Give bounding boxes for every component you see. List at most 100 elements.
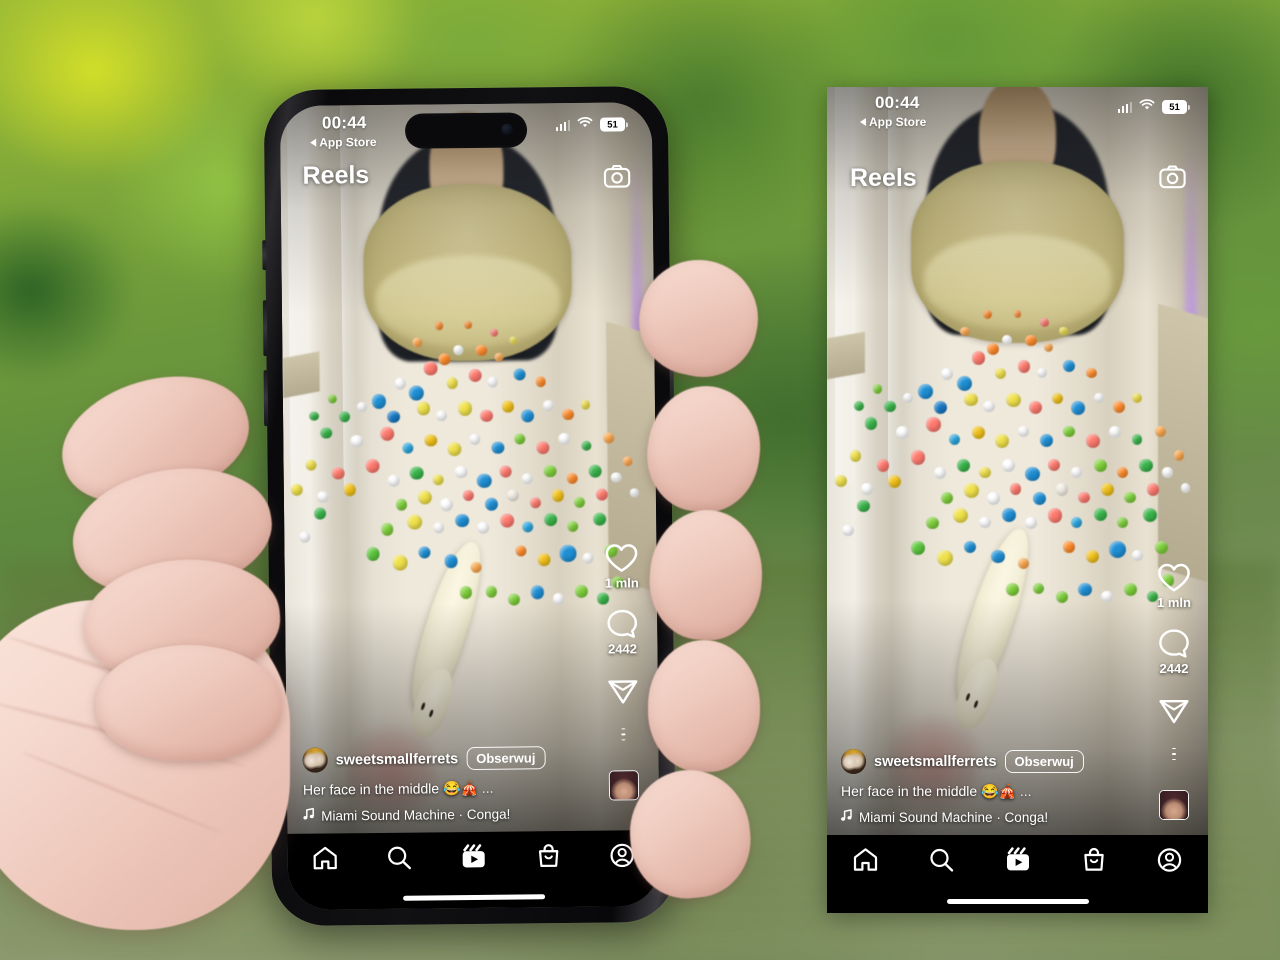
back-label-right: App Store <box>869 115 927 129</box>
reels-icon <box>463 844 486 868</box>
caption-text-right: Her face in the middle <box>841 783 978 799</box>
page-title-right: Reels <box>850 164 917 192</box>
heart-icon-right <box>1158 563 1190 592</box>
music-note-icon-right <box>841 809 852 825</box>
finger-pinky <box>96 645 282 761</box>
volume-down-button[interactable] <box>263 370 269 427</box>
comment-bubble-icon <box>607 609 638 638</box>
like-button-right[interactable]: 1 mln <box>1157 562 1191 610</box>
status-indicators-right: 51 <box>1117 98 1190 116</box>
back-label: App Store <box>319 134 377 150</box>
caption-emoji-right: 😂🎪 <box>981 783 1016 799</box>
nav-shop[interactable] <box>535 843 561 869</box>
share-button[interactable] <box>607 676 639 706</box>
caption-row-right[interactable]: Her face in the middle 😂🎪 ... <box>841 783 1141 800</box>
cellular-bars-icon <box>555 119 571 131</box>
search-icon-right <box>930 848 953 872</box>
like-count-right: 1 mln <box>1157 595 1191 610</box>
camera-icon[interactable] <box>603 164 631 193</box>
phone-device-left: 00:44 App Store 51 Reels 1 mln 2442 swee… <box>262 85 677 927</box>
battery-level: 51 <box>599 117 626 132</box>
cellular-bars-icon-right <box>1117 101 1132 113</box>
comment-count: 2442 <box>607 641 638 657</box>
audio-label: Miami Sound Machine · Conga! <box>321 806 511 824</box>
audio-attribution[interactable]: Miami Sound Machine · Conga! <box>303 805 603 824</box>
battery-level-right: 51 <box>1162 100 1187 114</box>
audio-cover-thumbnail-right[interactable] <box>1159 790 1189 820</box>
post-info-right: sweetsmallferrets Obserwuj Her face in t… <box>841 749 1141 825</box>
phone-screen-left[interactable]: 00:44 App Store 51 Reels 1 mln 2442 swee… <box>279 102 661 910</box>
search-icon <box>388 846 412 870</box>
wifi-icon <box>577 116 593 134</box>
screenshot-stage: 00:44 App Store 51 Reels 1 mln 2442 swee… <box>0 0 1280 960</box>
home-icon-right <box>853 848 877 871</box>
nav-reels[interactable] <box>460 844 488 870</box>
status-time-right: 00:44 <box>875 93 920 112</box>
nav-search[interactable] <box>386 845 413 871</box>
status-time: 00:44 <box>321 113 367 133</box>
follow-button[interactable]: Obserwuj <box>466 746 546 771</box>
caption-ellipsis-right[interactable]: ... <box>1020 783 1032 799</box>
username-right[interactable]: sweetsmallferrets <box>874 754 997 770</box>
phone-screenshot-right[interactable]: 00:44 App Store 51 Reels 1 mln 2442 swee… <box>827 87 1208 913</box>
comment-button[interactable]: 2442 <box>606 608 639 657</box>
music-note-icon <box>303 807 314 824</box>
triangle-left-icon-right <box>860 118 866 126</box>
nav-reels-right[interactable] <box>1004 847 1032 873</box>
back-to-app-store-right[interactable]: App Store <box>860 115 926 129</box>
home-indicator-right[interactable] <box>946 899 1089 904</box>
more-options-button-right[interactable] <box>1172 748 1176 760</box>
post-info: sweetsmallferrets Obserwuj Her face in t… <box>302 745 604 824</box>
finger-right-3 <box>648 640 760 772</box>
home-icon <box>313 846 337 870</box>
volume-up-button[interactable] <box>262 300 268 357</box>
nav-home-right[interactable] <box>852 847 879 873</box>
bottom-nav-bar <box>287 830 661 910</box>
caption-text: Her face in the middle <box>302 780 440 798</box>
battery-cap-right <box>1188 104 1190 110</box>
action-rail-right: 1 mln 2442 <box>1157 562 1191 820</box>
username[interactable]: sweetsmallferrets <box>336 751 459 768</box>
comment-bubble-icon-right <box>1159 629 1189 658</box>
nav-profile-right[interactable] <box>1156 847 1183 873</box>
caption-row[interactable]: Her face in the middle 😂🎪 ... <box>303 779 603 799</box>
nav-shop-right[interactable] <box>1081 847 1107 873</box>
audio-cover-thumbnail[interactable] <box>608 770 640 801</box>
camera-icon-right[interactable] <box>1159 165 1186 194</box>
share-button-right[interactable] <box>1158 696 1190 726</box>
back-to-app-store[interactable]: App Store <box>310 134 377 150</box>
more-dots-icon-right <box>1172 748 1176 750</box>
nav-home[interactable] <box>311 845 338 871</box>
mute-switch[interactable] <box>262 240 267 271</box>
reels-icon-right <box>1006 847 1029 871</box>
like-count: 1 mln <box>604 575 639 591</box>
paper-plane-icon <box>608 680 638 704</box>
more-dots-icon <box>621 728 626 730</box>
audio-label-right: Miami Sound Machine · Conga! <box>859 809 1049 825</box>
bottom-nav-bar-right <box>827 835 1208 913</box>
page-title: Reels <box>302 161 370 190</box>
avatar[interactable] <box>302 747 328 773</box>
action-rail: 1 mln 2442 <box>604 542 641 801</box>
shop-bag-icon <box>538 844 559 867</box>
more-options-button[interactable] <box>621 728 626 741</box>
paper-plane-icon-right <box>1159 700 1189 724</box>
avatar-right[interactable] <box>841 749 866 774</box>
battery-icon: 51 <box>599 117 629 132</box>
follow-button-right[interactable]: Obserwuj <box>1004 750 1084 773</box>
shop-bag-icon-right <box>1084 847 1104 871</box>
nav-search-right[interactable] <box>928 847 955 873</box>
wifi-icon-right <box>1139 98 1155 116</box>
home-indicator[interactable] <box>403 894 546 901</box>
status-indicators: 51 <box>555 115 629 134</box>
audio-attribution-right[interactable]: Miami Sound Machine · Conga! <box>841 809 1141 825</box>
comment-button-right[interactable]: 2442 <box>1158 628 1190 676</box>
dynamic-island <box>404 112 528 149</box>
battery-icon-right: 51 <box>1162 100 1190 114</box>
front-camera-icon <box>500 123 514 136</box>
caption-ellipsis[interactable]: ... <box>482 780 494 796</box>
like-button[interactable]: 1 mln <box>604 542 639 591</box>
user-row: sweetsmallferrets Obserwuj <box>302 745 603 773</box>
reels-ui-overlay-right: 00:44 App Store 51 Reels 1 mln 2442 swee… <box>827 87 1208 913</box>
profile-circle-icon-right <box>1158 848 1182 872</box>
